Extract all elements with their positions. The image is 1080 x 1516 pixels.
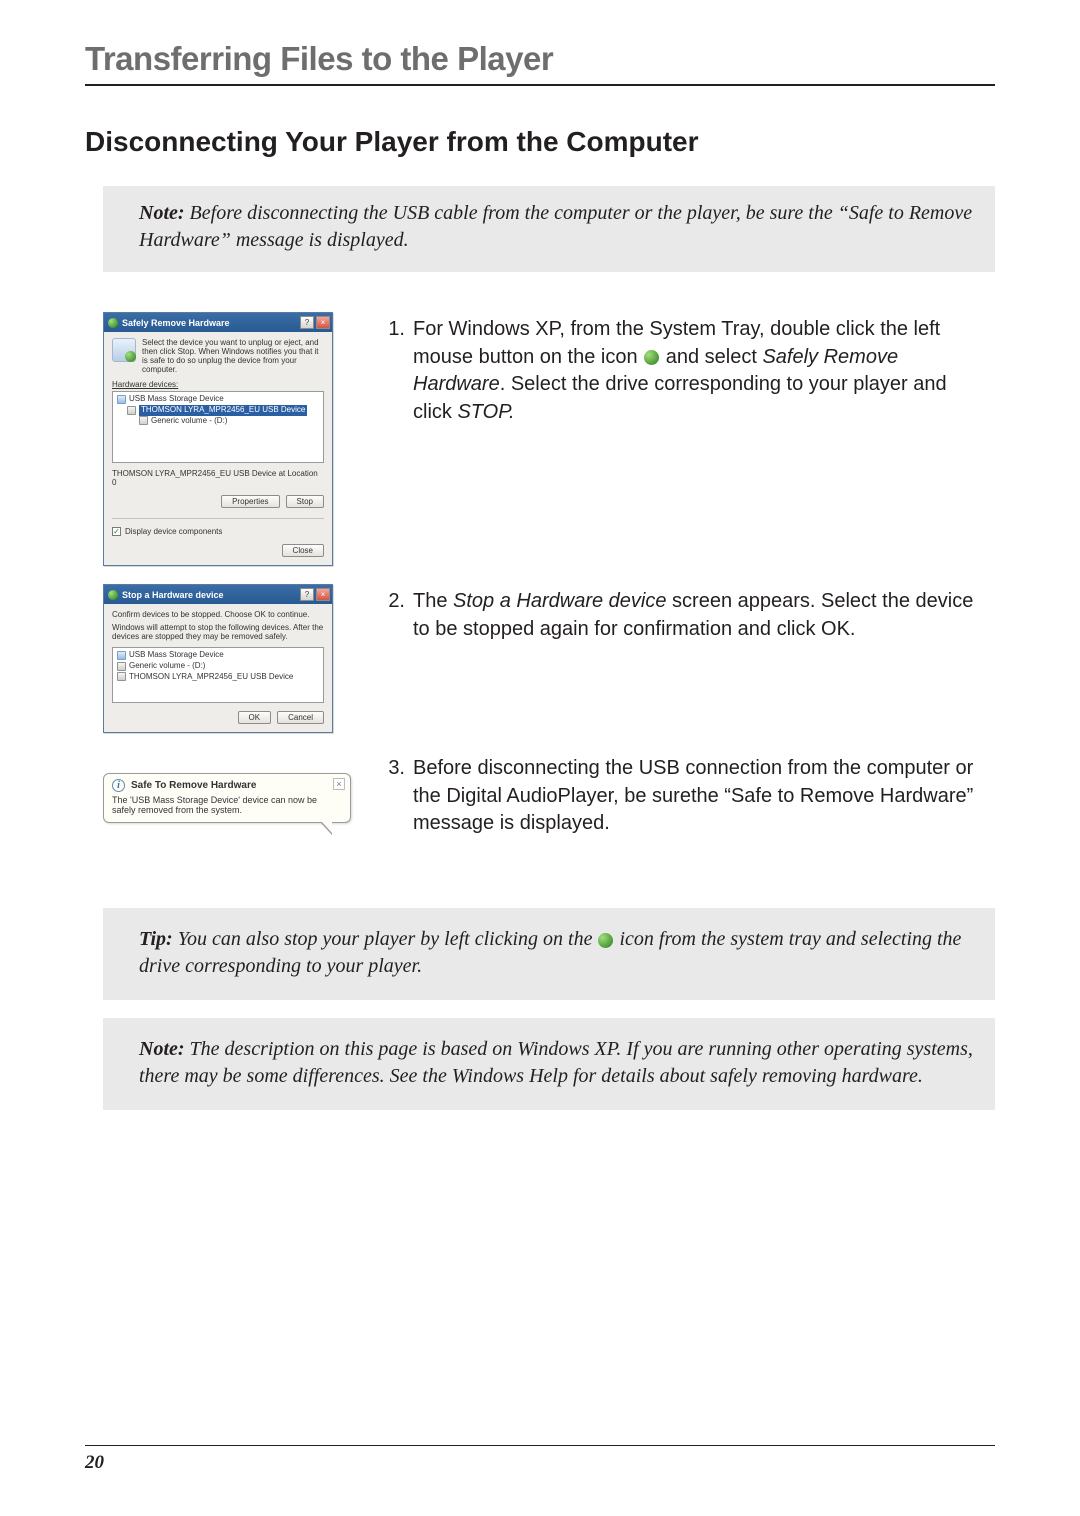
drive-icon: [117, 672, 126, 681]
display-components-label: Display device components: [125, 527, 222, 536]
display-components-checkbox[interactable]: ✓: [112, 527, 121, 536]
list-item[interactable]: Generic volume - (D:): [151, 416, 227, 427]
dialog-titlebar: Stop a Hardware device ? ×: [104, 585, 332, 604]
balloon-body: The 'USB Mass Storage Device' device can…: [112, 795, 342, 815]
tray-icon: [598, 933, 613, 948]
step-body: For Windows XP, from the System Tray, do…: [413, 316, 987, 426]
top-note-box: Note: Before disconnecting the USB cable…: [103, 186, 995, 272]
list-item[interactable]: Generic volume - (D:): [129, 661, 205, 672]
safely-remove-hardware-dialog: Safely Remove Hardware ? × Select the de…: [103, 312, 333, 566]
drive-icon: [127, 406, 136, 415]
safe-to-remove-balloon: × i Safe To Remove Hardware The 'USB Mas…: [103, 773, 351, 823]
dialog-titlebar: Safely Remove Hardware ? ×: [104, 313, 332, 332]
close-button[interactable]: ×: [316, 316, 330, 329]
list-item[interactable]: USB Mass Storage Device: [129, 650, 224, 661]
usb-icon: [117, 395, 126, 404]
properties-button[interactable]: Properties: [221, 495, 279, 508]
note-body: Before disconnecting the USB cable from …: [139, 202, 972, 251]
confirm-text: Confirm devices to be stopped. Choose OK…: [112, 610, 324, 619]
list-item[interactable]: THOMSON LYRA_MPR2456_EU USB Device: [129, 672, 293, 683]
step-number: 3.: [367, 755, 405, 838]
note-lead: Note:: [139, 202, 185, 224]
device-icon: [112, 338, 136, 362]
cancel-button[interactable]: Cancel: [277, 711, 324, 724]
chapter-title: Transferring Files to the Player: [85, 40, 995, 86]
step-body: The Stop a Hardware device screen appear…: [413, 588, 987, 643]
tip-box: Tip: You can also stop your player by le…: [103, 908, 995, 1000]
balloon-title: Safe To Remove Hardware: [131, 780, 256, 791]
tray-icon: [108, 318, 118, 328]
tray-icon: [644, 350, 659, 365]
stop-hardware-device-dialog: Stop a Hardware device ? × Confirm devic…: [103, 584, 333, 733]
stop-button[interactable]: Stop: [286, 495, 324, 508]
balloon-close-button[interactable]: ×: [333, 778, 345, 790]
dialog-title: Stop a Hardware device: [122, 590, 224, 600]
dialog-instructions: Select the device you want to unplug or …: [142, 338, 324, 374]
dialog-title: Safely Remove Hardware: [122, 318, 230, 328]
help-button[interactable]: ?: [300, 316, 314, 329]
section-title: Disconnecting Your Player from the Compu…: [85, 126, 995, 158]
device-location-text: THOMSON LYRA_MPR2456_EU USB Device at Lo…: [112, 469, 324, 487]
note-lead: Note:: [139, 1038, 185, 1060]
hardware-devices-label: Hardware devices:: [112, 380, 324, 389]
usb-icon: [117, 651, 126, 660]
tip-body: You can also stop your player by left cl…: [139, 928, 961, 977]
volume-icon: [117, 662, 126, 671]
step-3: × i Safe To Remove Hardware The 'USB Mas…: [85, 751, 995, 838]
note-body: The description on this page is based on…: [139, 1038, 973, 1087]
list-item-selected[interactable]: THOMSON LYRA_MPR2456_EU USB Device: [139, 405, 307, 416]
list-item[interactable]: USB Mass Storage Device: [129, 394, 224, 405]
stop-devices-list[interactable]: USB Mass Storage Device Generic volume -…: [112, 647, 324, 703]
bottom-note-box: Note: The description on this page is ba…: [103, 1018, 995, 1110]
step-2: Stop a Hardware device ? × Confirm devic…: [85, 584, 995, 733]
close-dialog-button[interactable]: Close: [282, 544, 324, 557]
tip-lead: Tip:: [139, 928, 173, 950]
help-button[interactable]: ?: [300, 588, 314, 601]
tray-icon: [108, 590, 118, 600]
close-button[interactable]: ×: [316, 588, 330, 601]
balloon-tail: [320, 822, 332, 835]
step-number: 1.: [367, 316, 405, 426]
step-body: Before disconnecting the USB connection …: [413, 755, 987, 838]
volume-icon: [139, 416, 148, 425]
ok-button[interactable]: OK: [238, 711, 272, 724]
page-footer: 20: [85, 1445, 995, 1474]
page-number: 20: [85, 1452, 104, 1473]
step-number: 2.: [367, 588, 405, 643]
step-1: Safely Remove Hardware ? × Select the de…: [85, 312, 995, 566]
info-icon: i: [112, 779, 125, 792]
warning-text: Windows will attempt to stop the followi…: [112, 623, 324, 641]
hardware-devices-list[interactable]: USB Mass Storage Device THOMSON LYRA_MPR…: [112, 391, 324, 463]
